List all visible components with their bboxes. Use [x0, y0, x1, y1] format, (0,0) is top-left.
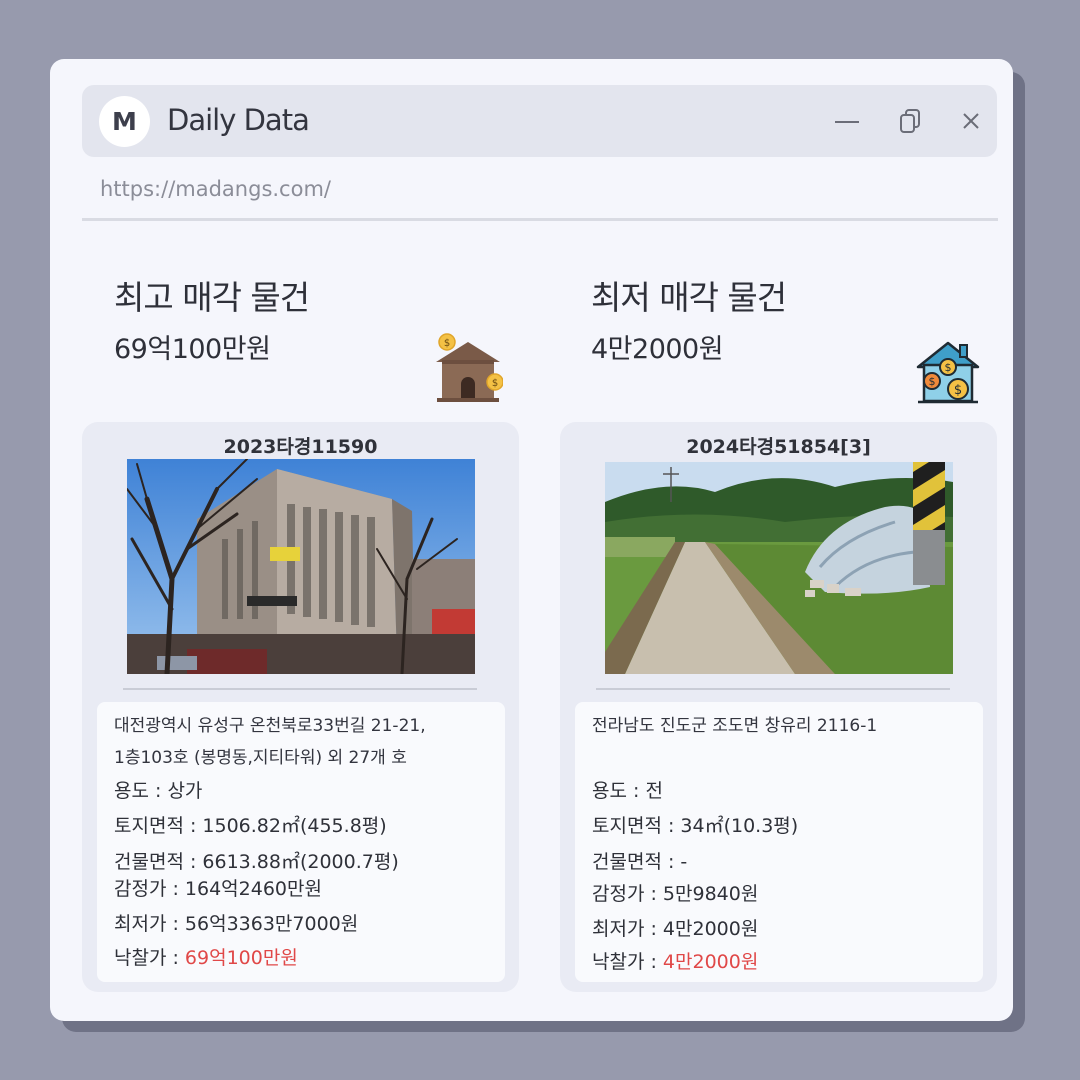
svg-text:$: $ — [444, 338, 450, 349]
header-divider — [82, 218, 998, 221]
building-area: 건물면적 : - — [592, 851, 688, 873]
house-with-coins-icon: $ $ — [433, 332, 504, 408]
app-window: M Daily Data https://madangs.com/ 최고 매각 … — [50, 59, 1013, 1021]
appraisal-price: 감정가 : 164억2460만원 — [114, 878, 322, 900]
address-line-1: 전라남도 진도군 조도면 창유리 2116-1 — [592, 716, 878, 736]
minimize-button[interactable] — [831, 105, 863, 137]
restore-icon — [900, 109, 920, 133]
property-info: 전라남도 진도군 조도면 창유리 2116-1 용도 : 전 토지면적 : 34… — [575, 702, 983, 982]
svg-text:$: $ — [954, 383, 962, 398]
restore-button[interactable] — [895, 105, 927, 137]
usage: 용도 : 상가 — [114, 780, 203, 802]
svg-text:$: $ — [929, 375, 936, 388]
land-area: 토지면적 : 1506.82㎡(455.8평) — [114, 815, 387, 837]
svg-text:$: $ — [945, 361, 952, 374]
usage: 용도 : 전 — [592, 780, 663, 802]
app-avatar: M — [99, 96, 150, 147]
lowest-heading: 최저 매각 물건 — [591, 278, 787, 317]
property-info: 대전광역시 유성구 온천북로33번길 21-21, 1층103호 (봉명동,지티… — [97, 702, 505, 982]
winning-bid-label: 낙찰가 : — [114, 947, 185, 969]
land-area: 토지면적 : 34㎡(10.3평) — [592, 815, 799, 837]
winning-bid-value: 69억100만원 — [184, 947, 298, 969]
winning-bid: 낙찰가 : 4만2000원 — [592, 947, 758, 974]
winning-bid-value: 4만2000원 — [662, 951, 759, 973]
property-photo — [605, 462, 953, 674]
close-button[interactable] — [955, 105, 987, 137]
minimum-price: 최저가 : 56억3363만7000원 — [114, 913, 359, 935]
card-divider — [123, 688, 477, 690]
address-line-1: 대전광역시 유성구 온천북로33번길 21-21, — [114, 716, 426, 736]
highest-price: 69억100만원 — [114, 334, 271, 365]
minimize-icon — [835, 121, 859, 123]
app-title: Daily Data — [167, 103, 310, 137]
url-text[interactable]: https://madangs.com/ — [100, 177, 331, 201]
winning-bid-label: 낙찰가 : — [592, 951, 663, 973]
address-line-2: 1층103호 (봉명동,지티타워) 외 27개 호 — [114, 748, 407, 768]
case-number: 2024타경51854[3] — [686, 436, 871, 458]
title-bar: M Daily Data — [82, 85, 997, 157]
svg-text:$: $ — [492, 378, 498, 389]
case-number: 2023타경11590 — [223, 436, 378, 458]
highest-property-card[interactable]: 2023타경11590 대전광역시 유성구 온천북로33번길 21-21, 1층… — [82, 422, 519, 992]
appraisal-price: 감정가 : 5만9840원 — [592, 883, 759, 905]
card-divider — [596, 688, 950, 690]
property-photo — [127, 459, 475, 674]
minimum-price: 최저가 : 4만2000원 — [592, 918, 759, 940]
lowest-price: 4만2000원 — [591, 334, 724, 365]
house-with-coins-icon: $ $ $ — [916, 339, 980, 409]
close-icon — [963, 113, 979, 129]
building-area: 건물면적 : 6613.88㎡(2000.7평) — [114, 851, 399, 873]
lowest-property-card[interactable]: 2024타경51854[3] 전라남도 진도군 조도면 창유리 2116-1 용… — [560, 422, 997, 992]
highest-heading: 최고 매각 물건 — [114, 278, 310, 317]
winning-bid: 낙찰가 : 69억100만원 — [114, 943, 298, 970]
